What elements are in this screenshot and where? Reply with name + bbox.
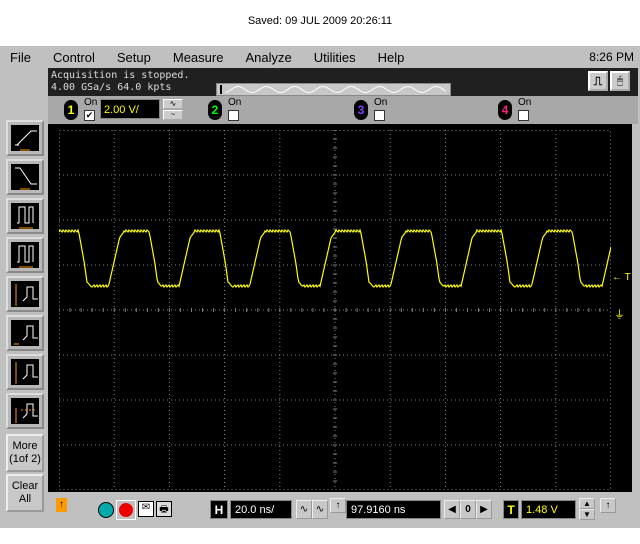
mouse-icon[interactable]: 🖰 bbox=[610, 71, 630, 91]
print-icon[interactable]: 🖶 bbox=[156, 501, 172, 517]
vmin-button[interactable] bbox=[6, 315, 44, 351]
timebase-field[interactable]: 20.0 ns/ bbox=[230, 500, 292, 519]
channel-3-checkbox[interactable] bbox=[374, 110, 385, 121]
channel-3-badge[interactable]: 3 bbox=[354, 100, 368, 120]
delay-field[interactable]: 97.9160 ns bbox=[346, 500, 441, 519]
horizontal-badge: H bbox=[210, 500, 228, 519]
trigger-down-icon[interactable]: ▼ bbox=[579, 509, 595, 520]
trigger-level-marker: ← T bbox=[612, 272, 631, 283]
menu-bar: File Control Setup Measure Analyze Utili… bbox=[0, 46, 640, 68]
channel-1-scale[interactable]: 2.00 V/ bbox=[100, 99, 160, 119]
channel-2-checkbox[interactable] bbox=[228, 110, 239, 121]
channel-4-on-label: On bbox=[518, 97, 532, 108]
trigger-up-icon[interactable]: ▲ bbox=[579, 498, 595, 509]
single-button-icon[interactable]: ✉ bbox=[138, 501, 154, 517]
menu-setup[interactable]: Setup bbox=[117, 50, 151, 65]
scale-up-icon[interactable]: ∿ bbox=[163, 99, 183, 109]
period-button[interactable] bbox=[6, 198, 44, 234]
delay-zero-button[interactable]: 0 bbox=[460, 500, 476, 519]
channel-1-on-label: On bbox=[84, 97, 98, 108]
run-button[interactable] bbox=[98, 502, 114, 518]
saved-timestamp: Saved: 09 JUL 2009 20:26:11 bbox=[247, 15, 393, 27]
waveform-display[interactable]: ← T ⏚ bbox=[48, 124, 632, 492]
rise-time-button[interactable] bbox=[6, 120, 44, 156]
menu-measure[interactable]: Measure bbox=[173, 50, 224, 65]
channel-1-checkbox[interactable]: ✔ bbox=[84, 110, 95, 121]
waveform-overview-bar[interactable] bbox=[216, 83, 451, 96]
channel-2-on-label: On bbox=[228, 97, 242, 108]
channel-1-badge[interactable]: 1 bbox=[64, 100, 78, 120]
menu-file[interactable]: File bbox=[10, 50, 31, 65]
bottom-toolbar: ↑ ✉ 🖶 H 20.0 ns/ ∿ ∿ ↑ 97.9160 ns ◀ 0 ▶ … bbox=[48, 494, 638, 524]
ground-reference-icon[interactable]: ↑ bbox=[56, 498, 67, 512]
frequency-button[interactable] bbox=[6, 237, 44, 273]
scope-window: File Control Setup Measure Analyze Utili… bbox=[0, 46, 640, 528]
channel-row: 1 On ✔ 2.00 V/ ∿ ~ 2 On 3 On 4 On bbox=[48, 96, 638, 124]
delay-left-icon[interactable]: ◀ bbox=[444, 500, 460, 519]
channel-4-badge[interactable]: 4 bbox=[498, 100, 512, 120]
menu-utilities[interactable]: Utilities bbox=[314, 50, 356, 65]
vpp-button[interactable] bbox=[6, 276, 44, 312]
delay-ref-icon[interactable]: ↑ bbox=[330, 498, 346, 513]
clear-all-button[interactable]: Clear All bbox=[6, 474, 44, 512]
vavg-button[interactable] bbox=[6, 393, 44, 429]
channel-3-on-label: On bbox=[374, 97, 388, 108]
sample-rate: 4.00 GSa/s 64.0 kpts bbox=[51, 82, 172, 93]
ground-marker-icon: ⏚ bbox=[614, 309, 625, 321]
scale-down-icon[interactable]: ~ bbox=[163, 110, 183, 120]
menu-control[interactable]: Control bbox=[53, 50, 95, 65]
channel-4-checkbox[interactable] bbox=[518, 110, 529, 121]
pulse-mode-icon[interactable]: ⎍ bbox=[588, 71, 608, 91]
channel-2-badge[interactable]: 2 bbox=[208, 100, 222, 120]
timebase-fine-icon[interactable]: ∿ bbox=[296, 500, 312, 519]
menu-help[interactable]: Help bbox=[378, 50, 405, 65]
trigger-ref-icon[interactable]: ↑ bbox=[600, 498, 616, 513]
measurement-toolbar: More (1of 2) Clear All bbox=[4, 118, 46, 518]
menu-analyze[interactable]: Analyze bbox=[245, 50, 291, 65]
delay-right-icon[interactable]: ▶ bbox=[476, 500, 492, 519]
more-button[interactable]: More (1of 2) bbox=[6, 434, 44, 472]
trigger-level-field[interactable]: 1.48 V bbox=[521, 500, 576, 519]
clock: 8:26 PM bbox=[589, 50, 634, 64]
timebase-coarse-icon[interactable]: ∿ bbox=[312, 500, 328, 519]
acquisition-status: Acquisition is stopped. bbox=[51, 70, 190, 81]
graticule bbox=[59, 130, 611, 490]
vmax-button[interactable] bbox=[6, 354, 44, 390]
trigger-badge: T bbox=[503, 500, 519, 519]
stop-button[interactable] bbox=[116, 500, 136, 520]
fall-time-button[interactable] bbox=[6, 159, 44, 195]
